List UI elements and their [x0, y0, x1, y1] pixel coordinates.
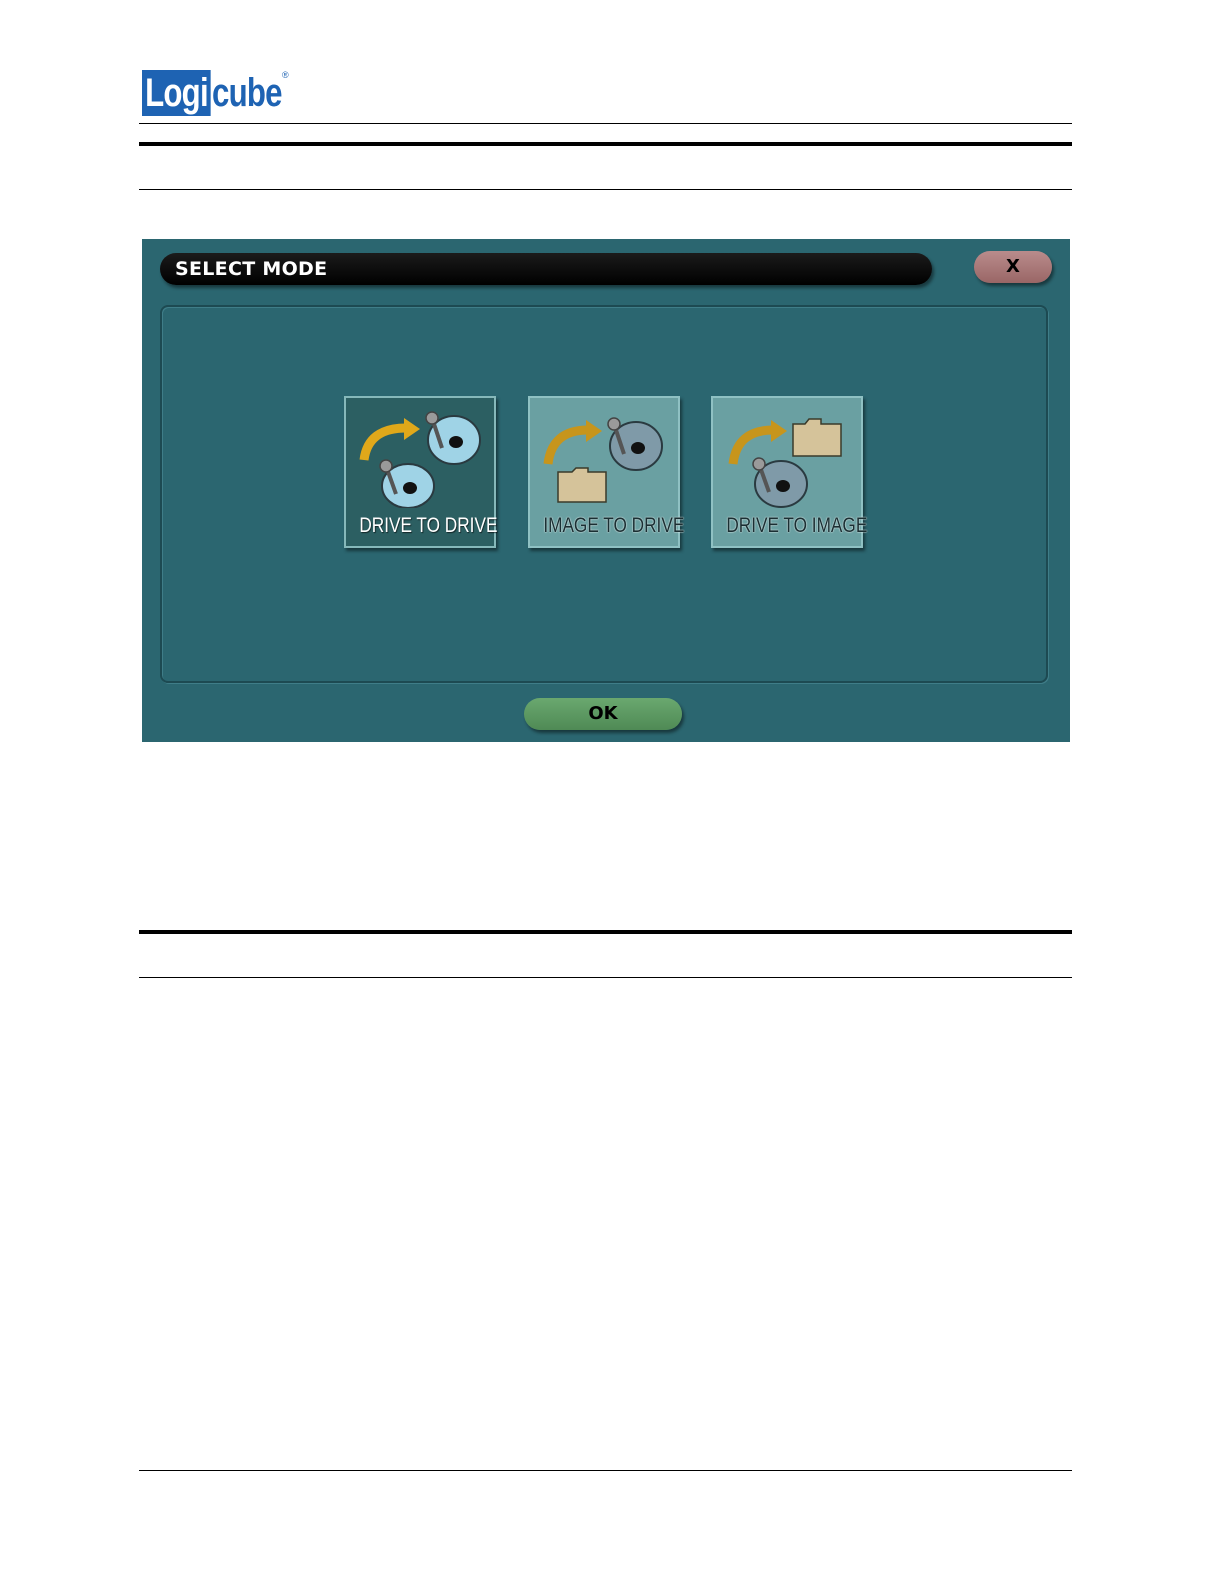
drive-to-image-icon: [728, 418, 842, 508]
close-button[interactable]: X: [974, 251, 1052, 283]
mode-label: DRIVE TO DRIVE: [359, 514, 498, 537]
mode-label: DRIVE TO IMAGE: [726, 514, 868, 537]
mode-label: IMAGE TO DRIVE: [543, 514, 685, 537]
mode-tile-drive-to-image[interactable]: DRIVE TO IMAGE: [711, 396, 868, 548]
ok-button[interactable]: OK: [524, 698, 682, 730]
select-mode-screen: SELECT MODE X DRIVE TO DRIVE IMAGE TO DR…: [142, 239, 1070, 742]
section-rule-thick-2: [139, 930, 1072, 934]
mode-tile-image-to-drive[interactable]: IMAGE TO DRIVE: [528, 396, 685, 548]
header-rule: [139, 123, 1072, 124]
footer-rule: [139, 1470, 1072, 1471]
mode-tile-drive-to-drive[interactable]: DRIVE TO DRIVE: [344, 396, 498, 548]
section-rule-thin: [139, 189, 1072, 190]
logo-right-text: cube: [212, 71, 283, 115]
dialog-title: SELECT MODE: [160, 253, 932, 285]
image-to-drive-icon: [543, 417, 663, 503]
registered-mark: ®: [282, 70, 289, 80]
drive-to-drive-icon: [359, 411, 481, 508]
section-rule-thin-2: [139, 977, 1072, 978]
logo-left-text: Logi: [142, 70, 211, 116]
section-rule-thick: [139, 142, 1072, 146]
logicube-logo: Logi cube ®: [142, 70, 302, 116]
